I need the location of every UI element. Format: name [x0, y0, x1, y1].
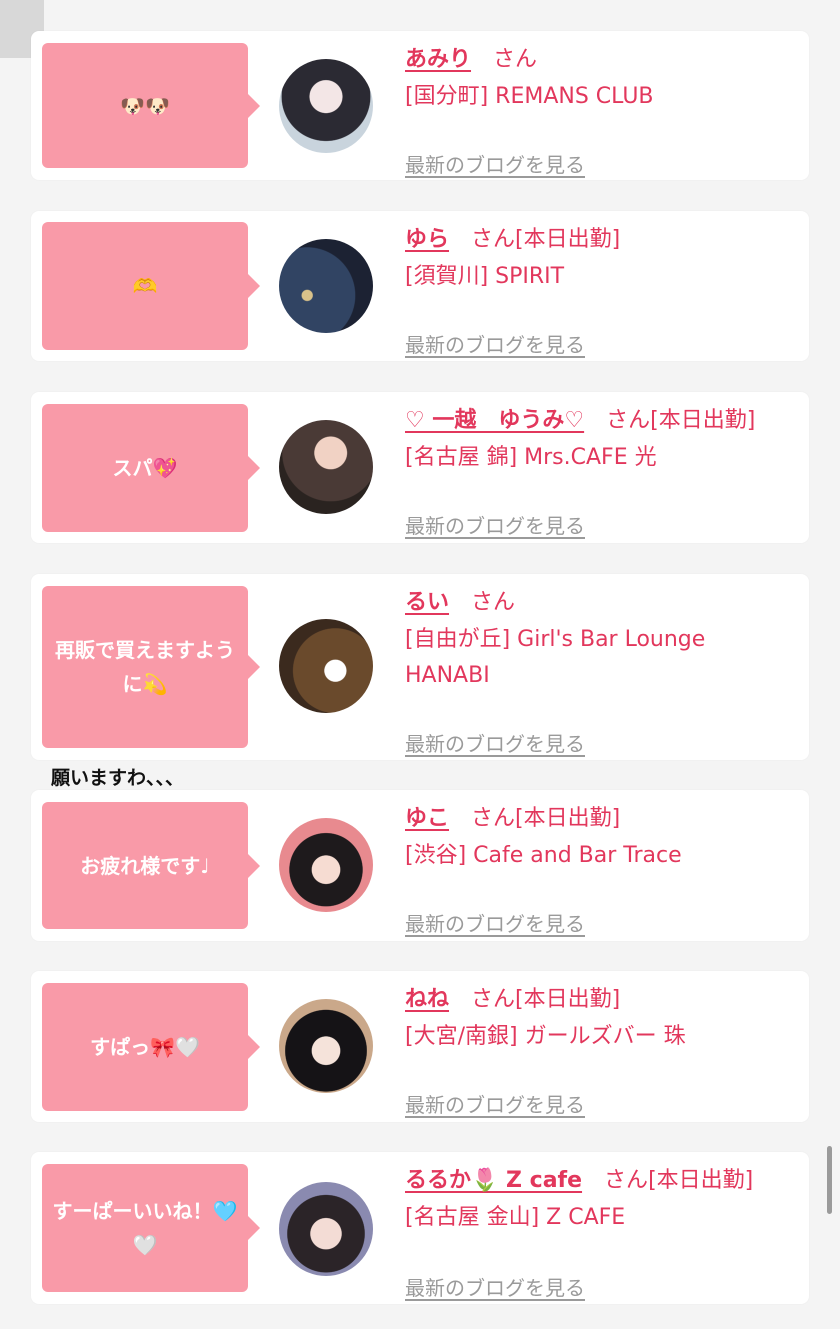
honorific: さん [471, 987, 516, 1012]
cast-info: あみり さん [国分町] REMANS CLUB 最新のブログを見る [405, 45, 789, 177]
cast-card: 🐶🐶 あみり さん [国分町] REMANS CLUB 最新のブログを見る [31, 31, 809, 180]
cast-name-link[interactable]: ♡ 一越 ゆうみ♡ [405, 408, 584, 433]
shop-name: [渋谷] Cafe and Bar Trace [405, 843, 682, 868]
latest-blog-link[interactable]: 最新のブログを見る [405, 1089, 585, 1118]
overlay-note: 願いますわ、、、 [51, 767, 185, 789]
cast-card: お疲れ様です♩ ゆこ さん[本日出勤] [渋谷] Cafe and Bar Tra… [31, 790, 809, 941]
status-badge: [本日出勤] [515, 806, 621, 831]
honorific: さん [471, 590, 516, 615]
comment-bubble: 🫶 [42, 222, 260, 350]
shop-name: [須賀川] SPIRIT [405, 264, 565, 289]
latest-blog-link[interactable]: 最新のブログを見る [405, 329, 585, 358]
honorific: さん [606, 408, 651, 433]
cast-name-link[interactable]: あみり [405, 47, 471, 72]
photo-avatar-icon[interactable] [279, 239, 373, 333]
shop-name: [名古屋 金山] Z CAFE [405, 1205, 626, 1230]
cast-info: るい さん [自由が丘] Girl's Bar Lounge HANABI 最新の… [405, 588, 789, 756]
status-badge: [本日出勤] [515, 987, 621, 1012]
cast-name-link[interactable]: るい [405, 590, 449, 615]
shop-name: [自由が丘] Girl's Bar Lounge HANABI [405, 627, 706, 688]
honorific: さん [471, 227, 516, 252]
cast-name-link[interactable]: ねね [405, 987, 449, 1012]
cast-card: すぱっ🎀🤍 ねね さん[本日出勤] [大宮/南銀] ガールズバー 珠 最新のブログ… [31, 971, 809, 1122]
comment-text: 🐶🐶 [120, 93, 170, 118]
comment-bubble: 🐶🐶 [42, 43, 260, 168]
status-badge: [本日出勤] [650, 408, 756, 433]
shop-name: [名古屋 錦] Mrs.CAFE 光 [405, 445, 657, 470]
comment-text: 再販で買えますように💫 [55, 638, 235, 696]
comment-text: 🫶 [132, 274, 158, 298]
photo-avatar-icon[interactable] [279, 420, 373, 514]
cast-info: ゆら さん[本日出勤] [須賀川] SPIRIT 最新のブログを見る [405, 225, 789, 357]
cast-info: るるか🌷 Z cafe さん[本日出勤] [名古屋 金山] Z CAFE 最新のブ… [405, 1166, 789, 1300]
cast-card: すーぱーいいね！🩵🤍 るるか🌷 Z cafe さん[本日出勤] [名古屋 金山] … [31, 1152, 809, 1304]
latest-blog-link[interactable]: 最新のブログを見る [405, 908, 585, 937]
comment-text: すぱっ🎀🤍 [90, 1035, 200, 1059]
cast-info: ゆこ さん[本日出勤] [渋谷] Cafe and Bar Trace 最新のブロ… [405, 804, 789, 936]
comment-text: スパ💖 [112, 456, 178, 480]
scrollbar[interactable] [827, 1146, 832, 1214]
latest-blog-link[interactable]: 最新のブログを見る [405, 728, 585, 757]
status-badge: [本日出勤] [648, 1168, 754, 1193]
comment-bubble: すぱっ🎀🤍 [42, 983, 260, 1111]
cast-info: ねね さん[本日出勤] [大宮/南銀] ガールズバー 珠 最新のブログを見る [405, 985, 789, 1117]
photo-avatar-icon[interactable] [279, 999, 373, 1093]
photo-avatar-icon[interactable] [279, 1182, 373, 1276]
shop-name: [国分町] REMANS CLUB [405, 84, 654, 109]
cast-name-link[interactable]: ゆら [405, 227, 449, 252]
honorific: さん [471, 806, 516, 831]
comment-text: お疲れ様です♩ [80, 853, 210, 878]
status-badge: [本日出勤] [515, 227, 621, 252]
photo-avatar-icon[interactable] [279, 59, 373, 153]
cast-name-link[interactable]: ゆこ [405, 806, 449, 831]
comment-text: すーぱーいいね！🩵🤍 [52, 1199, 238, 1257]
latest-blog-link[interactable]: 最新のブログを見る [405, 149, 585, 178]
photo-avatar-icon[interactable] [279, 818, 373, 912]
comment-bubble: スパ💖 [42, 404, 260, 532]
cast-card: スパ💖 ♡ 一越 ゆうみ♡ さん[本日出勤] [名古屋 錦] Mrs.CAFE 光… [31, 392, 809, 543]
cast-info: ♡ 一越 ゆうみ♡ さん[本日出勤] [名古屋 錦] Mrs.CAFE 光 最新の… [405, 406, 789, 538]
comment-bubble: 再販で買えますように💫 [42, 586, 260, 748]
shop-name: [大宮/南銀] ガールズバー 珠 [405, 1024, 686, 1049]
comment-bubble: お疲れ様です♩ [42, 802, 260, 929]
latest-blog-link[interactable]: 最新のブログを見る [405, 510, 585, 539]
honorific: さん [493, 47, 538, 72]
latest-blog-link[interactable]: 最新のブログを見る [405, 1272, 585, 1301]
cast-card: 再販で買えますように💫 るい さん [自由が丘] Girl's Bar Loung… [31, 574, 809, 760]
photo-avatar-icon[interactable] [279, 619, 373, 713]
cast-card: 🫶 ゆら さん[本日出勤] [須賀川] SPIRIT 最新のブログを見る [31, 211, 809, 361]
honorific: さん [604, 1168, 649, 1193]
comment-bubble: すーぱーいいね！🩵🤍 [42, 1164, 260, 1292]
cast-name-link[interactable]: るるか🌷 Z cafe [405, 1168, 582, 1193]
